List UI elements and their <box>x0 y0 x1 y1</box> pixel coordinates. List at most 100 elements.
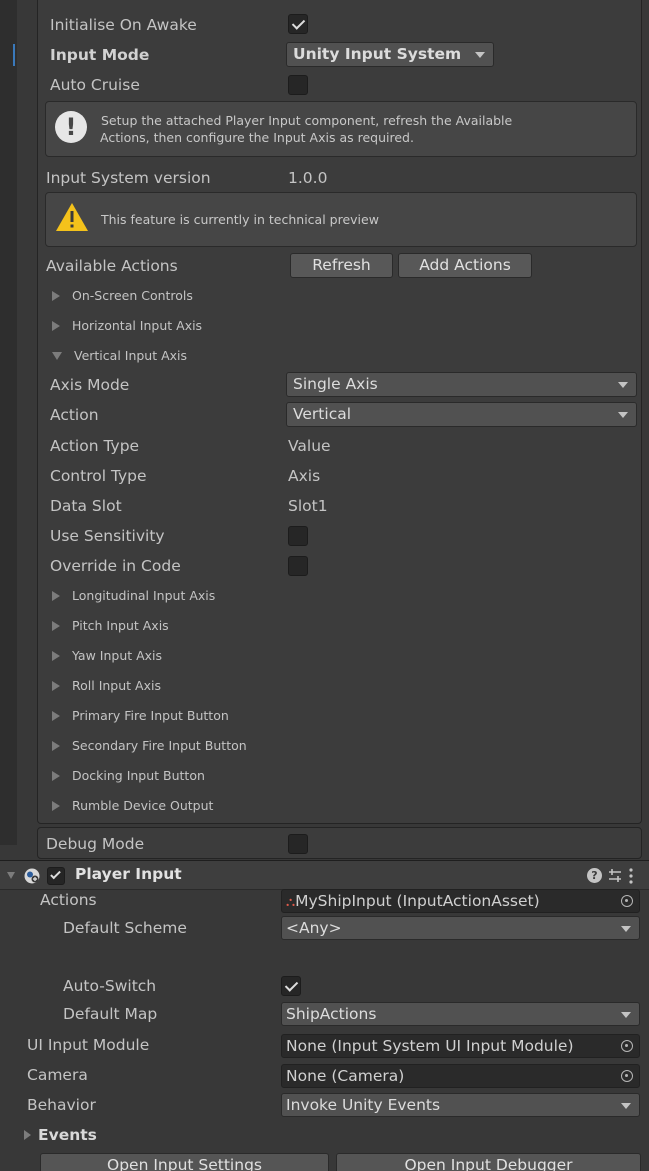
default-scheme-value: <Any> <box>286 919 342 937</box>
setup-help-box: ! Setup the attached Player Input compon… <box>45 101 637 157</box>
info-exclamation-icon: ! <box>55 111 87 143</box>
help-icon[interactable]: ? <box>587 868 602 883</box>
axis-mode-label: Axis Mode <box>50 376 130 394</box>
chevron-down-icon <box>621 926 631 932</box>
open-input-debugger-button[interactable]: Open Input Debugger <box>336 1153 641 1171</box>
player-input-title: Player Input <box>75 865 182 883</box>
ui-input-module-label: UI Input Module <box>27 1036 150 1054</box>
actions-value: MyShipInput (InputActionAsset) <box>295 892 540 910</box>
foldout-arrow-icon <box>52 590 60 601</box>
debug-mode-checkbox[interactable] <box>288 834 308 854</box>
axis-mode-value: Single Axis <box>293 375 378 393</box>
behavior-dropdown[interactable]: Invoke Unity Events <box>281 1093 640 1117</box>
action-label: Action <box>50 406 99 424</box>
events-foldout[interactable]: Events <box>38 1121 97 1149</box>
initialise-on-awake-label: Initialise On Awake <box>50 16 197 34</box>
axis-mode-dropdown[interactable]: Single Axis <box>286 372 637 397</box>
available-actions-label: Available Actions <box>46 257 178 275</box>
default-map-label: Default Map <box>63 1005 158 1023</box>
use-sensitivity-checkbox[interactable] <box>288 526 308 546</box>
behavior-value: Invoke Unity Events <box>286 1096 441 1114</box>
refresh-button[interactable]: Refresh <box>290 253 393 278</box>
control-type-value: Axis <box>288 467 321 485</box>
actions-object-field[interactable]: ⛬MyShipInput (InputActionAsset) <box>281 889 640 913</box>
kebab-menu-icon[interactable] <box>628 867 634 885</box>
foldout-rumble-device-output[interactable]: Rumble Device Output <box>52 791 213 821</box>
foldout-arrow-icon <box>52 650 60 661</box>
add-actions-button[interactable]: Add Actions <box>398 253 532 278</box>
chevron-down-icon <box>475 52 485 58</box>
help-line-2: Actions, then configure the Input Axis a… <box>100 130 414 145</box>
foldout-arrow-icon <box>52 800 60 811</box>
foldout-vertical-input-axis[interactable]: Vertical Input Axis <box>52 341 187 371</box>
foldout-arrow-icon <box>52 680 60 691</box>
foldout-arrow-icon <box>52 770 60 781</box>
foldout-longitudinal-input-axis[interactable]: Longitudinal Input Axis <box>52 581 215 611</box>
help-line-1: Setup the attached Player Input componen… <box>101 113 513 128</box>
override-in-code-checkbox[interactable] <box>288 556 308 576</box>
auto-cruise-label: Auto Cruise <box>50 76 140 94</box>
action-value: Vertical <box>293 405 352 423</box>
input-action-asset-icon: ⛬ <box>286 895 296 910</box>
foldout-horizontal-input-axis[interactable]: Horizontal Input Axis <box>52 311 202 341</box>
camera-field[interactable]: None (Camera) <box>281 1064 640 1088</box>
default-scheme-dropdown[interactable]: <Any> <box>281 916 640 940</box>
foldout-arrow-icon <box>52 290 60 301</box>
debug-mode-label: Debug Mode <box>46 835 145 853</box>
auto-cruise-checkbox[interactable] <box>288 75 308 95</box>
hierarchy-gutter <box>0 0 17 845</box>
input-system-version-label: Input System version <box>46 169 211 187</box>
player-input-enabled-checkbox[interactable] <box>47 867 65 885</box>
camera-value: None (Camera) <box>286 1067 405 1085</box>
foldout-secondary-fire-input-button[interactable]: Secondary Fire Input Button <box>52 731 247 761</box>
initialise-on-awake-checkbox[interactable] <box>288 14 308 34</box>
preview-warning-box: This feature is currently in technical p… <box>45 192 637 247</box>
foldout-docking-input-button[interactable]: Docking Input Button <box>52 761 205 791</box>
foldout-expanded-icon <box>52 351 62 360</box>
input-mode-dropdown[interactable]: Unity Input System <box>286 42 494 67</box>
action-dropdown[interactable]: Vertical <box>286 402 637 427</box>
action-type-value: Value <box>288 437 331 455</box>
chevron-down-icon <box>618 412 628 418</box>
data-slot-value: Slot1 <box>288 497 328 515</box>
control-type-label: Control Type <box>50 467 147 485</box>
open-input-settings-button[interactable]: Open Input Settings <box>40 1153 329 1171</box>
player-input-component-icon <box>24 868 40 884</box>
presets-icon[interactable] <box>607 867 623 885</box>
data-slot-label: Data Slot <box>50 497 122 515</box>
foldout-roll-input-axis[interactable]: Roll Input Axis <box>52 671 161 701</box>
default-map-value: ShipActions <box>286 1005 377 1023</box>
auto-switch-checkbox[interactable] <box>281 976 301 996</box>
action-type-label: Action Type <box>50 437 140 455</box>
input-mode-value: Unity Input System <box>293 45 462 63</box>
foldout-pitch-input-axis[interactable]: Pitch Input Axis <box>52 611 169 641</box>
object-picker-icon[interactable] <box>621 1040 633 1052</box>
camera-label: Camera <box>27 1066 88 1084</box>
default-map-dropdown[interactable]: ShipActions <box>281 1002 640 1026</box>
use-sensitivity-label: Use Sensitivity <box>50 527 165 545</box>
events-foldout-arrow-icon[interactable] <box>24 1130 31 1140</box>
chevron-down-icon <box>621 1012 631 1018</box>
warning-triangle-icon <box>56 203 88 231</box>
default-scheme-label: Default Scheme <box>63 919 187 937</box>
collapse-arrow-icon[interactable] <box>7 872 15 879</box>
ui-input-module-value: None (Input System UI Input Module) <box>286 1037 574 1055</box>
player-input-header[interactable]: Player Input ? <box>0 860 649 890</box>
behavior-label: Behavior <box>27 1096 96 1114</box>
chevron-down-icon <box>621 1103 631 1109</box>
foldout-arrow-icon <box>52 710 60 721</box>
foldout-on-screen-controls[interactable]: On-Screen Controls <box>52 281 193 311</box>
ui-input-module-field[interactable]: None (Input System UI Input Module) <box>281 1034 640 1058</box>
foldout-arrow-icon <box>52 740 60 751</box>
input-system-version-value: 1.0.0 <box>288 169 328 187</box>
object-picker-icon[interactable] <box>621 1070 633 1082</box>
input-mode-label: Input Mode <box>50 46 150 64</box>
foldout-arrow-icon <box>52 320 60 331</box>
foldout-arrow-icon <box>52 620 60 631</box>
warning-text: This feature is currently in technical p… <box>101 212 379 227</box>
foldout-primary-fire-input-button[interactable]: Primary Fire Input Button <box>52 701 229 731</box>
chevron-down-icon <box>618 382 628 388</box>
foldout-yaw-input-axis[interactable]: Yaw Input Axis <box>52 641 162 671</box>
object-picker-icon[interactable] <box>621 895 633 907</box>
override-in-code-label: Override in Code <box>50 557 181 575</box>
